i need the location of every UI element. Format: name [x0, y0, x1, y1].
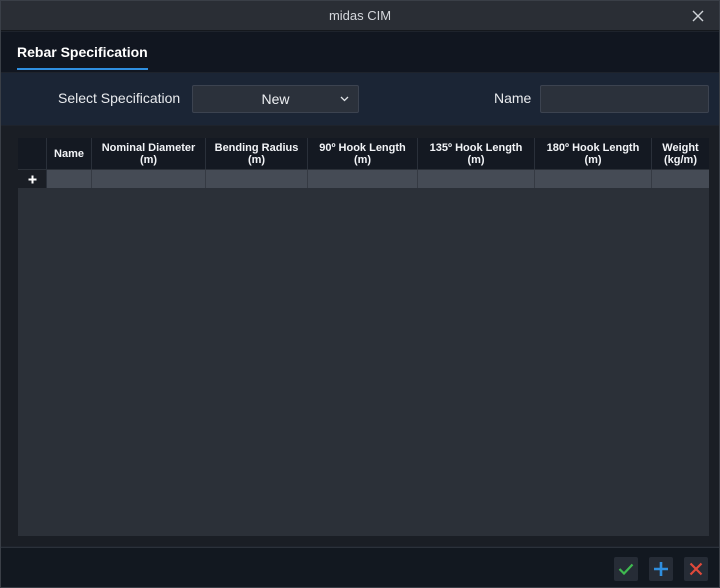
column-header-180-hook-length[interactable]: 180º Hook Length (m)	[535, 138, 652, 169]
check-icon	[618, 563, 634, 575]
tab-label: Rebar Specification	[17, 44, 148, 60]
column-header-line: 135º Hook Length	[429, 141, 523, 154]
column-header-line: Weight	[662, 141, 699, 154]
dialog-window: midas CIM Rebar Specification Select Spe…	[0, 0, 720, 588]
window-title: midas CIM	[328, 8, 392, 23]
select-specification-label: Select Specification	[58, 90, 181, 106]
column-header-unit: (m)	[467, 153, 485, 166]
new-row-cell-bending-radius[interactable]	[206, 169, 308, 188]
tab-rebar-specification[interactable]: Rebar Specification	[17, 44, 148, 70]
specification-bar: Select Specification New Name	[1, 73, 719, 125]
new-row-cell-180-hook-length[interactable]	[535, 169, 652, 188]
footer-bar	[1, 547, 719, 587]
tab-strip: Rebar Specification	[1, 32, 719, 72]
column-header-line: Name	[54, 147, 84, 160]
new-row-cell-135-hook-length[interactable]	[418, 169, 535, 188]
plus-icon	[28, 175, 36, 183]
close-button[interactable]	[691, 9, 705, 23]
confirm-button[interactable]	[614, 557, 638, 581]
name-input[interactable]	[540, 85, 709, 113]
table-header: Name Nominal Diameter (m) Bending Radius(…	[18, 138, 709, 169]
column-header-weight[interactable]: Weight (kg/m)	[652, 138, 709, 169]
x-icon	[689, 562, 703, 576]
column-header-90-hook-length[interactable]: 90º Hook Length (m)	[308, 138, 418, 169]
column-header-unit: (m)	[353, 153, 372, 166]
new-row-cell-nominal-diameter[interactable]	[92, 169, 206, 188]
add-button[interactable]	[649, 557, 673, 581]
grid-panel: Name Nominal Diameter (m) Bending Radius(…	[1, 126, 719, 546]
column-header-line: 180º Hook Length	[546, 141, 640, 154]
row-header-corner	[18, 138, 47, 169]
add-row-button[interactable]	[18, 169, 47, 188]
specification-dropdown-value: New	[261, 91, 290, 107]
column-header-unit: (m)	[247, 153, 266, 166]
column-header-bending-radius[interactable]: Bending Radius (m)	[206, 138, 308, 169]
specification-dropdown[interactable]: New	[192, 85, 359, 113]
column-header-name[interactable]: Name	[47, 138, 92, 169]
column-header-unit: (kg/m)	[664, 153, 697, 166]
title-bar: midas CIM	[1, 1, 719, 31]
column-header-unit: (m)	[139, 153, 158, 166]
rebar-table: Name Nominal Diameter (m) Bending Radius(…	[18, 138, 709, 536]
column-header-135-hook-length[interactable]: 135º Hook Length (m)	[418, 138, 535, 169]
plus-icon	[654, 562, 668, 576]
column-header-line: 90º Hook Length	[319, 141, 406, 154]
column-header-unit: (m)	[584, 153, 602, 166]
chevron-down-icon	[340, 96, 349, 102]
new-row-cell-weight[interactable]	[652, 169, 709, 188]
new-row	[18, 169, 709, 188]
tab-active-indicator	[17, 68, 148, 70]
name-label: Name	[494, 90, 532, 106]
cancel-button[interactable]	[684, 557, 708, 581]
new-row-cell-name[interactable]	[47, 169, 92, 188]
column-header-line: Bending Radius	[214, 141, 299, 154]
new-row-cell-90-hook-length[interactable]	[308, 169, 418, 188]
close-icon	[692, 10, 704, 22]
column-header-line: Nominal Diameter	[101, 141, 196, 154]
column-header-nominal-diameter[interactable]: Nominal Diameter (m)	[92, 138, 206, 169]
